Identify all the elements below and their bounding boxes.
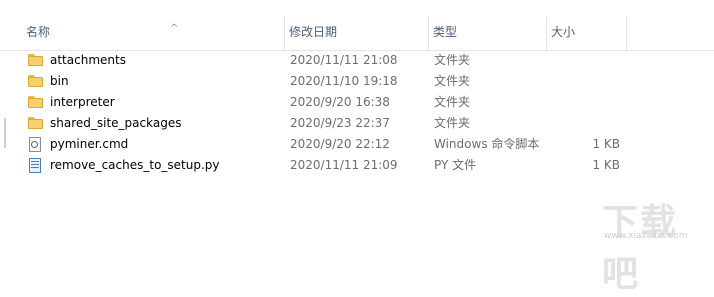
file-date: 2020/9/20 22:12 xyxy=(290,137,390,151)
column-header-size[interactable]: 大小 xyxy=(546,16,626,50)
watermark-logo: 下载吧 www.xiazaiba.com xyxy=(600,193,710,295)
file-date: 2020/9/23 22:37 xyxy=(290,116,390,130)
column-header-extra[interactable] xyxy=(626,16,714,50)
file-row-interpreter[interactable]: interpreter 2020/9/20 16:38 文件夹 xyxy=(22,92,622,113)
left-pane-scrollbar[interactable] xyxy=(4,118,6,148)
file-size xyxy=(542,113,620,134)
column-header-size-label: 大小 xyxy=(551,25,576,39)
file-size xyxy=(542,50,620,71)
column-header-type-label: 类型 xyxy=(433,25,458,39)
column-header-name-label: 名称 xyxy=(26,25,51,39)
cmd-file-icon xyxy=(28,134,44,155)
file-row-pyminer-cmd[interactable]: pyminer.cmd 2020/9/20 22:12 Windows 命令脚本… xyxy=(22,134,622,155)
file-name: interpreter xyxy=(50,95,115,109)
file-row-attachments[interactable]: attachments 2020/11/11 21:08 文件夹 xyxy=(22,50,622,71)
cropped-top-bar xyxy=(0,0,714,6)
file-row-remove-caches[interactable]: remove_caches_to_setup.py 2020/11/11 21:… xyxy=(22,155,622,176)
column-header-row: 名称 ^ 修改日期 类型 大小 xyxy=(0,16,714,51)
file-date: 2020/11/11 21:09 xyxy=(290,158,398,172)
folder-icon xyxy=(28,92,44,113)
file-type: PY 文件 xyxy=(434,158,477,172)
file-name: pyminer.cmd xyxy=(50,137,129,151)
file-size: 1 KB xyxy=(592,137,620,151)
file-row-shared-site-packages[interactable]: shared_site_packages 2020/9/23 22:37 文件夹 xyxy=(22,113,622,134)
watermark-text: 下载吧 xyxy=(602,202,679,295)
python-file-icon xyxy=(28,155,44,176)
folder-icon xyxy=(28,71,44,92)
file-size xyxy=(542,92,620,113)
file-type: 文件夹 xyxy=(434,53,471,67)
file-type: 文件夹 xyxy=(434,74,471,88)
file-type: Windows 命令脚本 xyxy=(434,137,540,151)
file-size xyxy=(542,71,620,92)
file-type: 文件夹 xyxy=(434,95,471,109)
folder-icon xyxy=(28,50,44,71)
file-size: 1 KB xyxy=(592,158,620,172)
sort-ascending-icon: ^ xyxy=(170,23,179,34)
column-header-type[interactable]: 类型 xyxy=(428,16,546,50)
file-date: 2020/9/20 16:38 xyxy=(290,95,390,109)
file-date: 2020/11/10 19:18 xyxy=(290,74,398,88)
watermark-url: www.xiazaiba.com xyxy=(604,231,688,241)
file-name: remove_caches_to_setup.py xyxy=(50,158,220,172)
file-name: shared_site_packages xyxy=(50,116,182,130)
file-name: bin xyxy=(50,74,69,88)
file-row-bin[interactable]: bin 2020/11/10 19:18 文件夹 xyxy=(22,71,622,92)
file-name: attachments xyxy=(50,53,126,67)
file-date: 2020/11/11 21:08 xyxy=(290,53,398,67)
folder-icon xyxy=(28,113,44,134)
file-type: 文件夹 xyxy=(434,116,471,130)
column-header-date[interactable]: 修改日期 xyxy=(284,16,428,50)
column-header-date-label: 修改日期 xyxy=(289,25,338,39)
column-header-name[interactable]: 名称 ^ xyxy=(22,16,284,50)
